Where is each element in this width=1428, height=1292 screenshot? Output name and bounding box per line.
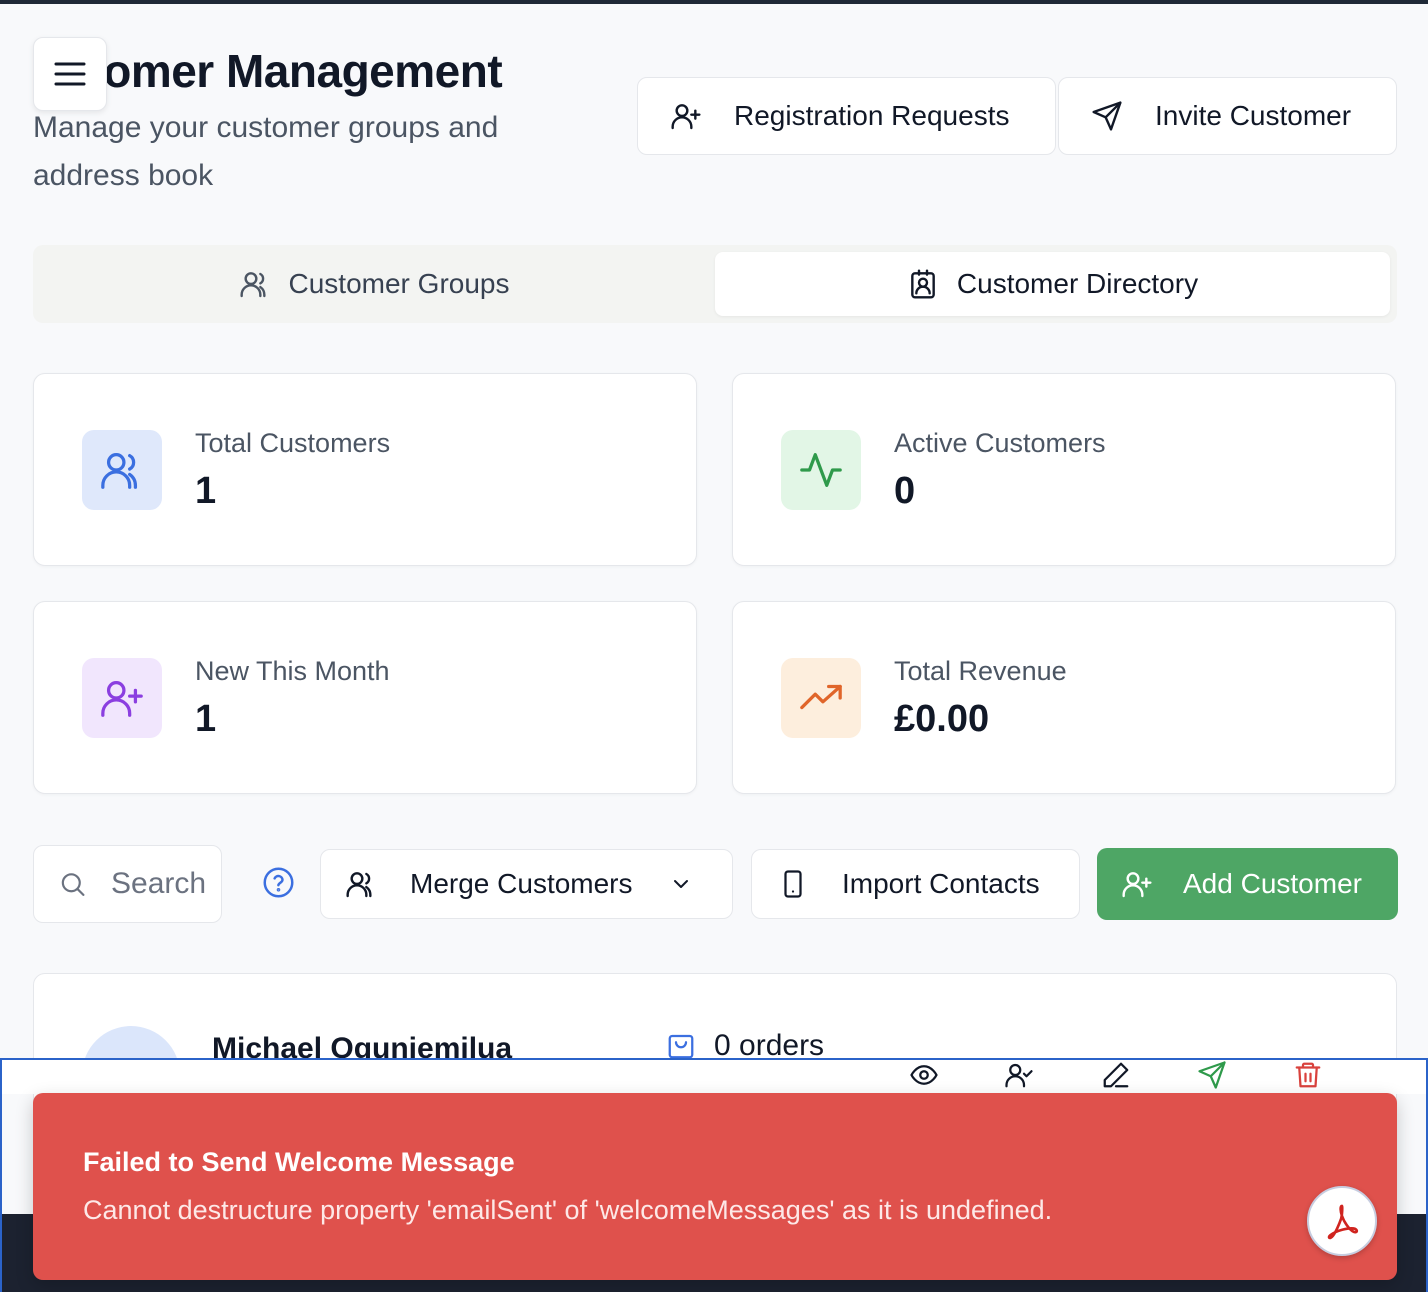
stat-label: Total Revenue xyxy=(894,656,1067,686)
users-icon xyxy=(101,453,138,489)
stat-value: £0.00 xyxy=(894,698,990,740)
help-button[interactable] xyxy=(262,866,295,904)
user-check-icon xyxy=(1005,1063,1033,1088)
acrobat-icon xyxy=(1327,1204,1359,1240)
merge-customers-dropdown[interactable]: Merge Customers xyxy=(320,849,733,919)
toast-title: Failed to Send Welcome Message xyxy=(83,1147,515,1177)
chevron-down-icon xyxy=(673,880,688,888)
users-icon xyxy=(346,872,372,898)
import-contacts-label: Import Contacts xyxy=(842,868,1040,899)
add-customer-button[interactable]: Add Customer xyxy=(1097,848,1398,920)
stat-label: Active Customers xyxy=(894,428,1106,458)
eye-icon xyxy=(910,1065,938,1085)
search-icon xyxy=(61,873,85,896)
tab-label: Customer Directory xyxy=(956,268,1199,299)
shopping-bag-icon xyxy=(668,1034,694,1059)
stat-label: New This Month xyxy=(195,656,390,686)
stat-card-total-customers: Total Customers 1 xyxy=(33,373,697,566)
error-toast[interactable]: Failed to Send Welcome Message Cannot de… xyxy=(33,1093,1397,1280)
pen-icon xyxy=(1103,1062,1129,1088)
stat-value: 1 xyxy=(195,698,217,740)
view-tabs: Customer Groups Customer Directory xyxy=(33,245,1397,323)
registration-requests-label: Registration Requests xyxy=(734,100,1010,131)
tab-customer-directory[interactable]: Customer Directory xyxy=(715,252,1390,316)
user-plus-icon xyxy=(101,681,143,717)
invite-customer-label: Invite Customer xyxy=(1155,100,1352,131)
edit-button[interactable] xyxy=(1096,1060,1136,1090)
tab-customer-groups[interactable]: Customer Groups xyxy=(33,252,715,316)
help-circle-icon xyxy=(263,867,294,898)
stat-icon-box xyxy=(781,658,861,738)
page-title: Customer Management xyxy=(33,45,503,97)
top-border xyxy=(0,0,1428,4)
pdf-reader-button[interactable] xyxy=(1307,1186,1377,1256)
search-input[interactable] xyxy=(111,867,221,901)
view-button[interactable] xyxy=(904,1060,944,1090)
invite-customer-button[interactable]: Invite Customer xyxy=(1058,77,1397,155)
page-title-wrap: Customer Management xyxy=(33,44,593,98)
add-customer-label: Add Customer xyxy=(1183,868,1362,899)
stat-label: Total Customers xyxy=(195,428,391,458)
trending-up-icon xyxy=(800,684,842,710)
stat-value: 0 xyxy=(894,470,916,512)
stat-card-active-customers: Active Customers 0 xyxy=(732,373,1396,566)
trash-icon xyxy=(1295,1062,1321,1088)
send-icon xyxy=(1198,1061,1226,1089)
stat-card-new-this-month: New This Month 1 xyxy=(33,601,697,794)
menu-icon xyxy=(54,62,86,86)
toast-description: Cannot destructure property 'emailSent' … xyxy=(83,1195,1053,1225)
delete-button[interactable] xyxy=(1288,1060,1328,1090)
tab-label: Customer Groups xyxy=(288,268,510,299)
stat-icon-box xyxy=(82,430,162,510)
import-contacts-button[interactable]: Import Contacts xyxy=(751,849,1080,919)
activity-icon xyxy=(800,453,842,487)
stat-card-total-revenue: Total Revenue £0.00 xyxy=(732,601,1396,794)
merge-customers-label: Merge Customers xyxy=(410,868,633,899)
send-icon xyxy=(1092,101,1122,131)
search-box[interactable] xyxy=(33,845,222,923)
contact-icon xyxy=(911,269,935,299)
user-plus-icon xyxy=(1122,872,1152,898)
stat-icon-box xyxy=(781,430,861,510)
send-message-button[interactable] xyxy=(1192,1060,1232,1090)
stat-icon-box xyxy=(82,658,162,738)
users-icon xyxy=(239,272,266,298)
stat-value: 1 xyxy=(195,470,217,512)
user-plus-icon xyxy=(671,104,701,130)
assign-button[interactable] xyxy=(999,1060,1039,1090)
registration-requests-button[interactable]: Registration Requests xyxy=(637,77,1056,155)
menu-button[interactable] xyxy=(33,37,107,111)
page-subtitle: Manage your customer groups and address … xyxy=(33,111,499,192)
smartphone-icon xyxy=(784,870,802,898)
